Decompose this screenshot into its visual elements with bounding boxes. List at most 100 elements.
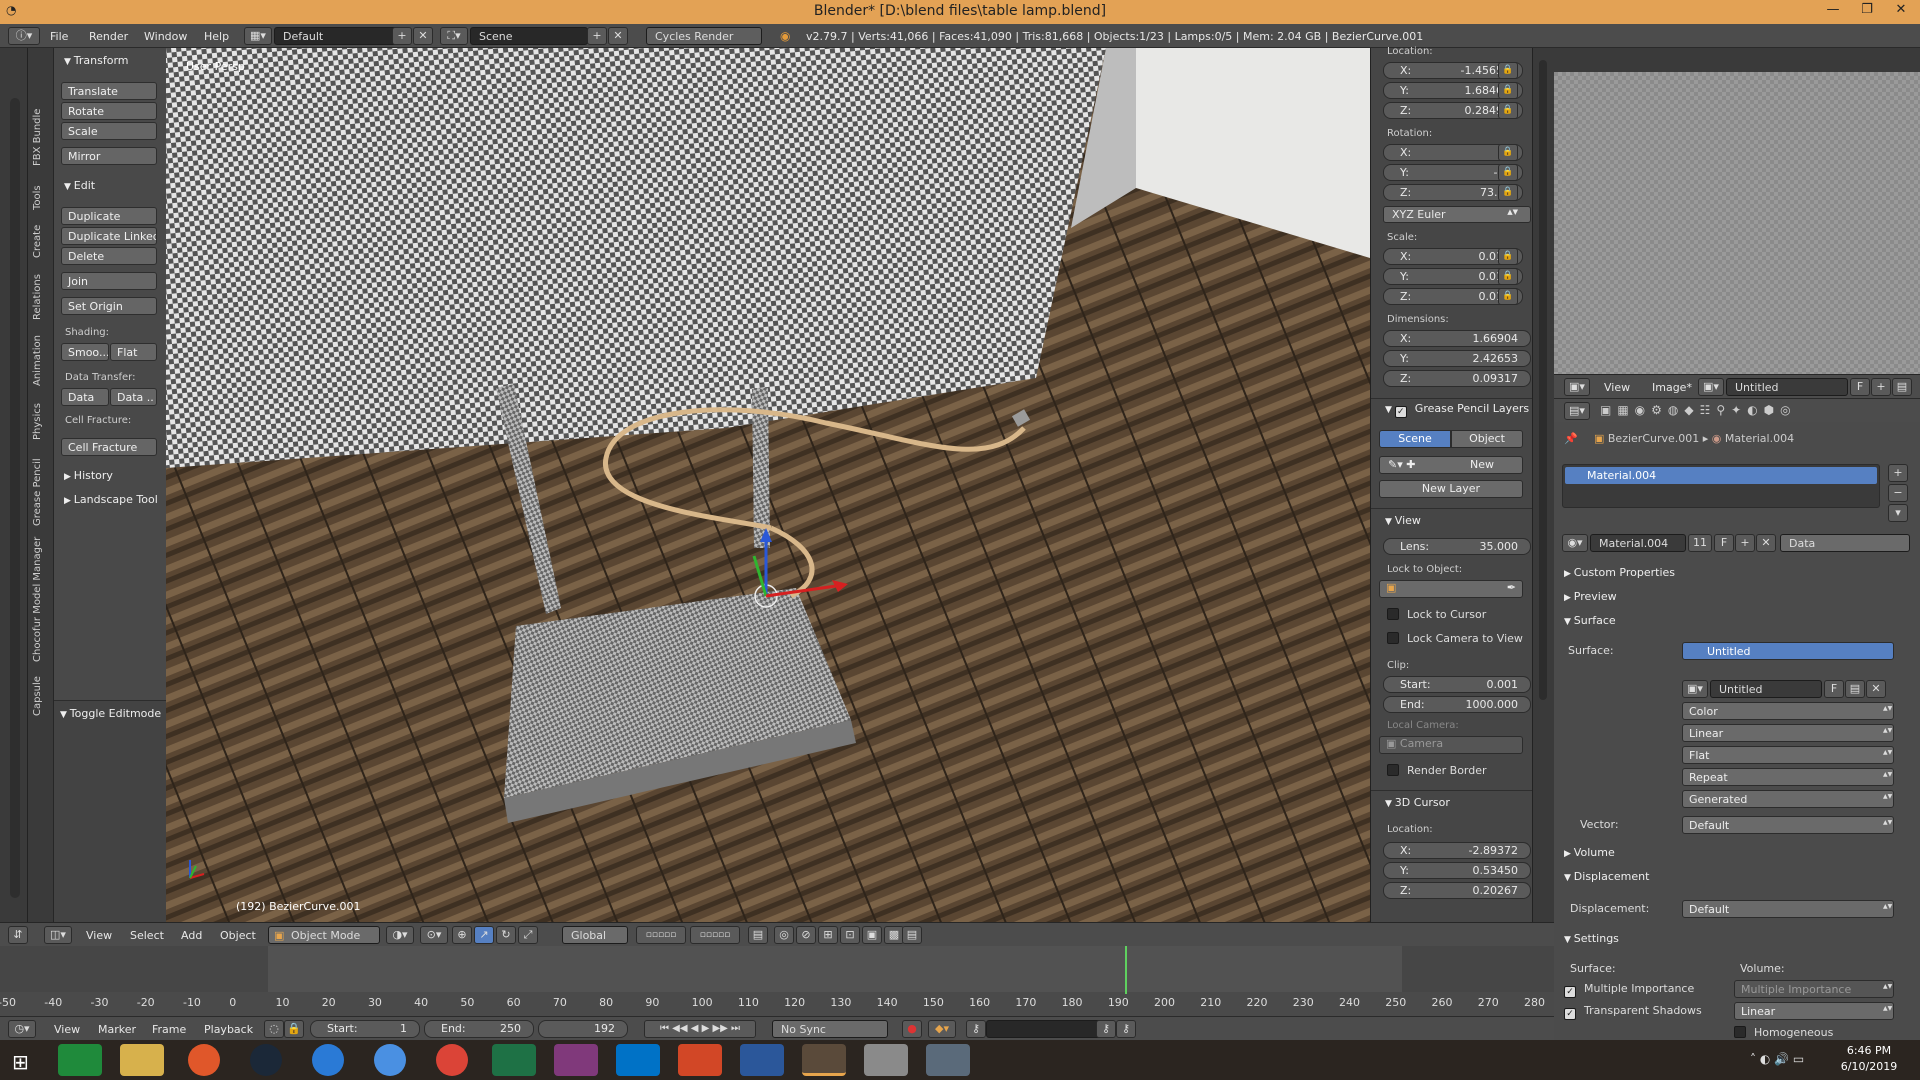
texture-projection-dropdown[interactable]: Flat — [1682, 746, 1894, 764]
add-menu[interactable]: Add — [181, 929, 202, 942]
layers-grid-a[interactable]: ▫▫▫▫▫ — [636, 926, 686, 944]
tab-animation[interactable]: Animation — [32, 335, 43, 386]
snap-toggle-icon[interactable]: ⊘ — [796, 926, 816, 944]
lock-to-cursor-checkbox[interactable]: Lock to Cursor — [1387, 608, 1486, 621]
eyedropper-icon[interactable]: ✒ — [1507, 581, 1516, 594]
rotate-manipulator-icon[interactable]: ↻ — [496, 926, 516, 944]
scale-manipulator-icon[interactable]: ⤢ — [518, 926, 538, 944]
rotation-mode-dropdown[interactable]: XYZ Euler ▲▼ — [1383, 206, 1531, 223]
chromium-icon[interactable] — [374, 1044, 406, 1076]
playback-controls[interactable]: ⏮ ◀◀ ◀ ▶ ▶▶ ⏭ — [644, 1020, 756, 1038]
windows-start-icon[interactable]: ⊞ — [12, 1050, 29, 1074]
open-image-icon[interactable]: ▤ — [1892, 378, 1912, 396]
texture-vector-dropdown[interactable]: Generated — [1682, 790, 1894, 808]
timeline-playback-menu[interactable]: Playback — [204, 1023, 253, 1036]
new-layer-button[interactable]: New Layer — [1379, 480, 1523, 498]
add-scene-icon[interactable]: + — [587, 27, 607, 45]
blender-taskbar-icon[interactable] — [802, 1044, 846, 1076]
texture-fake-user-button[interactable]: F — [1824, 680, 1844, 698]
image-menu[interactable]: Image* — [1652, 381, 1692, 394]
minimize-icon[interactable]: — — [1818, 2, 1848, 17]
editor-type-3d-icon[interactable]: ◫▾ — [44, 926, 72, 944]
material-slot-list[interactable]: Material.004 — [1562, 464, 1880, 508]
timeline-view-menu[interactable]: View — [54, 1023, 80, 1036]
lock-rotation-x-icon[interactable]: 🔒 — [1498, 144, 1518, 161]
checkbox-icon[interactable]: ✓ — [1564, 1008, 1576, 1020]
excel-icon[interactable] — [492, 1044, 536, 1076]
editor-type-timeline-icon[interactable]: ◷▾ — [8, 1020, 36, 1038]
lock-scale-x-icon[interactable]: 🔒 — [1498, 248, 1518, 265]
outlook-icon[interactable] — [616, 1044, 660, 1076]
timeline-frame-menu[interactable]: Frame — [152, 1023, 186, 1036]
tab-grease-pencil[interactable]: Grease Pencil — [32, 458, 43, 526]
properties-context-tabs[interactable]: ▣▦◉⚙◍◆☷⚲✦◐⬢◎ — [1600, 403, 1797, 417]
system-tray-icons[interactable]: ˄ ◐ 🔊 ▭ — [1750, 1052, 1804, 1066]
vector-input-field[interactable]: Default — [1682, 816, 1894, 834]
custom-properties-panel-header[interactable]: Custom Properties — [1564, 566, 1675, 579]
delete-keyframe-icon[interactable]: ⚷ — [1116, 1020, 1136, 1038]
shade-flat-button[interactable]: Flat — [110, 343, 157, 361]
new-image-icon[interactable]: + — [1871, 378, 1891, 396]
material-slot-item[interactable]: Material.004 — [1565, 467, 1877, 484]
tab-tools[interactable]: Tools — [32, 185, 43, 210]
add-layout-icon[interactable]: + — [392, 27, 412, 45]
keying-set-icon[interactable]: ⚷ — [966, 1020, 986, 1038]
tab-relations[interactable]: Relations — [32, 274, 43, 320]
restore-icon[interactable]: ❐ — [1852, 2, 1882, 17]
add-slot-icon[interactable]: + — [1888, 464, 1908, 482]
volume-multiple-importance-toggle[interactable]: Multiple Importance — [1734, 980, 1894, 998]
cursor-y-field[interactable]: Y: 0.53450 — [1383, 862, 1531, 879]
layers-grid-b[interactable]: ▫▫▫▫▫ — [690, 926, 740, 944]
dimensions-z-field[interactable]: Z: 0.09317 — [1383, 370, 1531, 387]
timeline-ruler[interactable]: -50 -40 -30 -20 -10 0 10 20 30 40 50 60 70 80 90 100 110… — [0, 992, 1554, 1016]
texture-unlink-icon[interactable]: ✕ — [1866, 680, 1886, 698]
viewport-shading-icon[interactable]: ◑▾ — [386, 926, 414, 944]
checkbox-icon[interactable] — [1387, 764, 1399, 776]
translate-button[interactable]: Translate — [61, 82, 157, 100]
keying-set-field[interactable] — [986, 1020, 1104, 1038]
onenote-icon[interactable] — [554, 1044, 598, 1076]
firefox-icon[interactable] — [188, 1044, 220, 1076]
checkbox-icon[interactable] — [1387, 608, 1399, 620]
opengl-render-icon[interactable]: ▣ — [862, 926, 882, 944]
lock-scale-y-icon[interactable]: 🔒 — [1498, 268, 1518, 285]
tab-fbx-bundle[interactable]: FBX Bundle — [32, 109, 43, 166]
sync-mode-dropdown[interactable]: No Sync — [772, 1020, 888, 1038]
texture-extension-dropdown[interactable]: Repeat — [1682, 768, 1894, 786]
shade-smooth-button[interactable]: Smoo... — [61, 343, 109, 361]
menu-file[interactable]: File — [50, 30, 68, 43]
homogeneous-checkbox[interactable]: Homogeneous — [1734, 1026, 1833, 1039]
media-app-icon[interactable] — [864, 1044, 908, 1076]
transparent-shadows-checkbox[interactable]: ✓ Transparent Shadows — [1564, 1004, 1702, 1020]
editor-type-info-icon[interactable]: ⓘ▾ — [8, 27, 40, 45]
timeline-marker-menu[interactable]: Marker — [98, 1023, 136, 1036]
panel-scrollbar[interactable] — [1539, 60, 1547, 700]
pin-icon[interactable]: 📌 — [1564, 432, 1578, 445]
texture-new-icon[interactable]: ▤ — [1845, 680, 1865, 698]
screen-layout-icon[interactable]: ▦▾ — [244, 27, 272, 45]
editor-type-image-icon[interactable]: ▣▾ — [1564, 378, 1590, 396]
lock-location-x-icon[interactable]: 🔒 — [1498, 62, 1518, 79]
scale-button[interactable]: Scale — [61, 122, 157, 140]
scene-icon[interactable]: ⛶▾ — [440, 27, 468, 45]
lock-range-icon[interactable]: 🔒 — [284, 1020, 304, 1038]
checkbox-icon[interactable] — [1387, 632, 1399, 644]
material-name-field[interactable]: Material.004 — [1590, 534, 1686, 552]
word-icon[interactable] — [740, 1044, 784, 1076]
snap-element-icon[interactable]: ⊞ — [818, 926, 838, 944]
displacement-panel-header[interactable]: Displacement — [1564, 870, 1650, 883]
close-icon[interactable]: ✕ — [1886, 2, 1916, 17]
tab-scene[interactable]: Scene — [1379, 430, 1451, 448]
insert-keyframe-icon[interactable]: ⚷ — [1096, 1020, 1116, 1038]
cursor-x-field[interactable]: X: -2.89372 — [1383, 842, 1531, 859]
tab-capsule[interactable]: Capsule — [32, 676, 43, 716]
chrome-icon[interactable] — [436, 1044, 468, 1076]
keying-icon[interactable]: ◆▾ — [928, 1020, 956, 1038]
browse-material-icon[interactable]: ◉▾ — [1562, 534, 1588, 552]
dimensions-y-field[interactable]: Y: 2.42653 — [1383, 350, 1531, 367]
dimensions-x-field[interactable]: X: 1.66904 — [1383, 330, 1531, 347]
surface-shader-field[interactable]: Untitled — [1682, 642, 1894, 660]
rotate-button[interactable]: Rotate — [61, 102, 157, 120]
remove-scene-icon[interactable]: ✕ — [608, 27, 628, 45]
material-link-dropdown[interactable]: Data — [1780, 534, 1910, 552]
